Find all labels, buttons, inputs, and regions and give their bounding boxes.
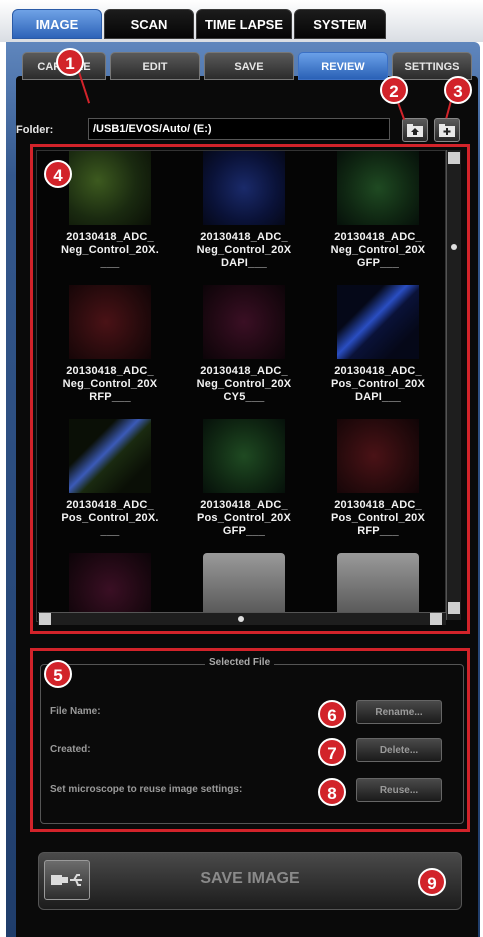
- callout-badge-8: 8: [318, 778, 346, 806]
- folder-up-button[interactable]: [402, 118, 428, 142]
- callout-badge-6: 6: [318, 700, 346, 728]
- folder-path-field[interactable]: /USB1/EVOS/Auto/ (E:): [88, 118, 390, 140]
- folder-label: Folder:: [16, 124, 54, 136]
- callout-badge-4: 4: [44, 160, 72, 188]
- callout-badge-7: 7: [318, 738, 346, 766]
- callout-badge-1: 1: [56, 48, 84, 76]
- usb-button[interactable]: [44, 860, 90, 900]
- top-tab-bar: IMAGE SCAN TIME LAPSE SYSTEM: [0, 0, 483, 42]
- folder-up-icon: [407, 124, 423, 137]
- subtab-review[interactable]: REVIEW: [298, 52, 388, 80]
- usb-icon: [51, 874, 82, 886]
- subtab-edit[interactable]: EDIT: [110, 52, 200, 80]
- save-image-label: SAVE IMAGE: [200, 870, 300, 887]
- callout-badge-5: 5: [44, 660, 72, 688]
- callout-badge-9: 9: [418, 868, 446, 896]
- tab-scan[interactable]: SCAN: [104, 9, 194, 39]
- subtab-save[interactable]: SAVE: [204, 52, 294, 80]
- thumbnail-callout-frame: [30, 144, 470, 634]
- callout-badge-3: 3: [444, 76, 472, 104]
- callout-badge-2: 2: [380, 76, 408, 104]
- folder-new-button[interactable]: [434, 118, 460, 142]
- tab-image[interactable]: IMAGE: [12, 9, 102, 39]
- tab-system[interactable]: SYSTEM: [294, 9, 386, 39]
- folder-new-icon: [439, 124, 455, 137]
- tab-time-lapse[interactable]: TIME LAPSE: [196, 9, 292, 39]
- selected-file-callout-frame: [30, 648, 470, 832]
- evos-app: IMAGE SCAN TIME LAPSE SYSTEM CAPTURE EDI…: [0, 0, 483, 937]
